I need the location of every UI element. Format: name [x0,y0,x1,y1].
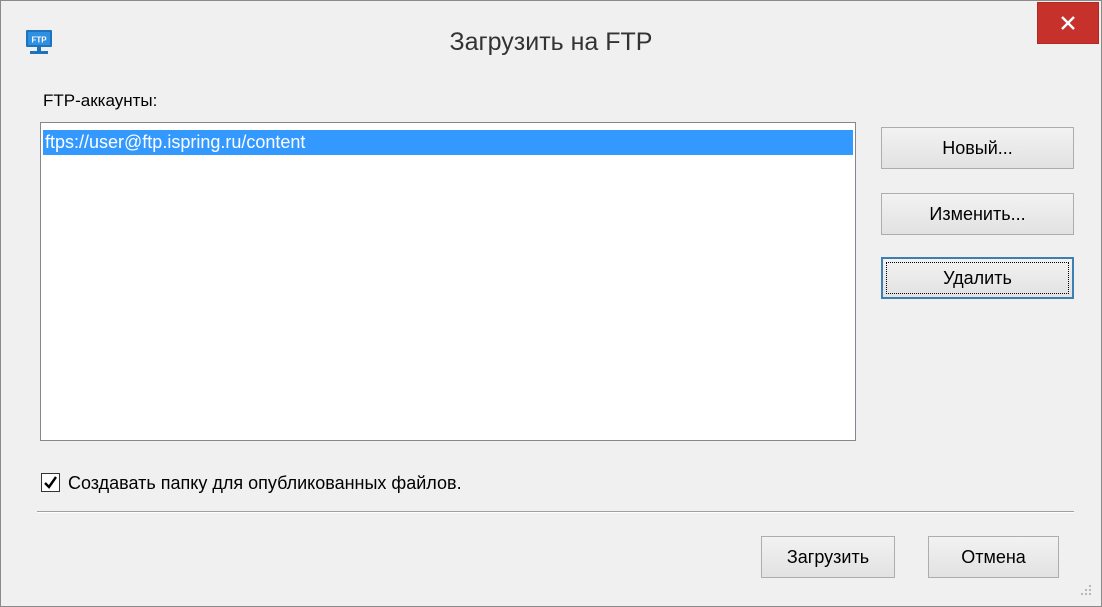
ftp-account-item[interactable]: ftps://user@ftp.ispring.ru/content [43,130,853,155]
cancel-button[interactable]: Отмена [928,536,1059,578]
ftp-accounts-list[interactable]: ftps://user@ftp.ispring.ru/content [40,122,856,441]
create-folder-checkbox[interactable] [41,473,60,492]
resize-grip-icon[interactable] [1077,581,1093,597]
upload-ftp-dialog: FTP Загрузить на FTP FTP-аккаунты: ftps:… [0,0,1102,607]
create-folder-label[interactable]: Создавать папку для опубликованных файло… [68,472,462,494]
separator [37,511,1074,513]
close-button[interactable] [1037,2,1099,44]
new-account-button[interactable]: Новый... [881,127,1074,169]
delete-account-button-label: Удалить [943,268,1012,288]
title-bar[interactable]: FTP Загрузить на FTP [1,1,1101,80]
ftp-accounts-label: FTP-аккаунты: [43,91,158,110]
window-title: Загрузить на FTP [449,28,653,56]
edit-account-button[interactable]: Изменить... [881,193,1074,235]
upload-button[interactable]: Загрузить [761,536,895,578]
delete-account-button[interactable]: Удалить [881,257,1074,299]
